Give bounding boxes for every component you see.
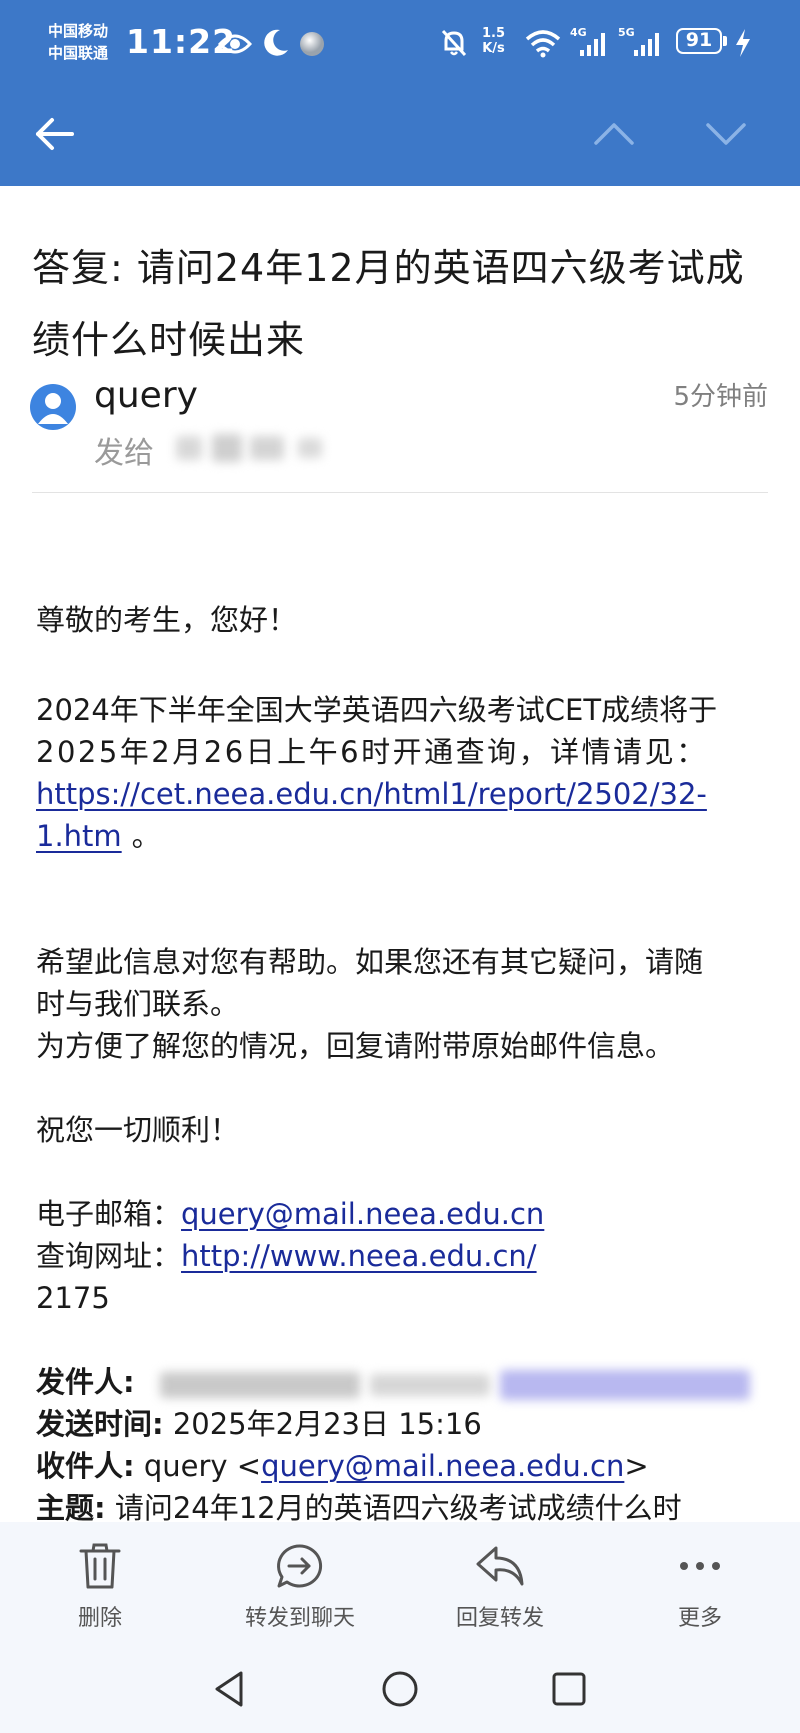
more-button[interactable]: 更多 — [630, 1542, 770, 1632]
report-link-line: 1.htm。 — [36, 819, 161, 853]
carrier-1: 中国移动 — [48, 22, 109, 40]
silent-bell-icon — [441, 29, 467, 57]
system-back-button[interactable] — [204, 1664, 254, 1714]
body-text-line: 时与我们联系。 — [36, 987, 240, 1021]
battery-cap — [723, 36, 727, 46]
email-subject: 答复: 请问24年12月的英语四六级考试成 绩什么时候出来 — [32, 246, 745, 362]
carrier-labels: 中国移动 中国联通 — [48, 20, 108, 64]
trash-icon — [79, 1543, 121, 1589]
body-text-line: 为方便了解您的情况，回复请附带原始邮件信息。 — [36, 1029, 675, 1063]
report-link-continued[interactable]: 1.htm — [36, 819, 122, 853]
eye-comfort-icon — [218, 34, 252, 54]
more-dots-icon — [680, 1562, 720, 1570]
contact-email-row: 电子邮箱：query@mail.neea.edu.cn — [36, 1194, 544, 1234]
circle-home-icon — [382, 1671, 418, 1707]
chat-forward-icon — [277, 1544, 323, 1588]
delete-button[interactable]: 删除 — [30, 1542, 170, 1632]
next-email-button[interactable] — [700, 108, 752, 160]
top-header: 中国移动 中国联通 11:22 1.5 K/s 4G 5G 91 — [0, 0, 800, 186]
original-time-row: 发送时间: 2025年2月23日 15:16 — [36, 1404, 482, 1444]
chevron-down-icon — [706, 123, 746, 145]
original-to-row: 收件人: query <query@mail.neea.edu.cn> — [36, 1449, 649, 1483]
moon-icon — [264, 29, 288, 56]
recipient-redacted[interactable] — [176, 430, 332, 466]
sender-name[interactable]: query — [94, 374, 198, 418]
original-time-value: 2025年2月23日 15:16 — [172, 1407, 482, 1441]
previous-email-button[interactable] — [588, 108, 640, 160]
original-from-redacted — [160, 1368, 760, 1402]
back-button[interactable] — [28, 108, 80, 160]
body-text-line: 希望此信息对您有帮助。如果您还有其它疑问，请随 — [36, 945, 704, 979]
original-to-label: 收件人: — [36, 1449, 135, 1483]
original-to-email-link[interactable]: query@mail.neea.edu.cn — [261, 1449, 624, 1483]
app-notification-icon — [300, 32, 324, 56]
reply-forward-button[interactable]: 回复转发 — [430, 1542, 570, 1632]
original-from-label: 发件人: — [36, 1365, 135, 1399]
reply-icon — [476, 1546, 524, 1586]
contact-site-label: 查询网址： — [36, 1239, 182, 1273]
report-link-line: https://cet.neea.edu.cn/html1/report/250… — [36, 774, 707, 814]
header-divider — [32, 492, 768, 493]
forward-to-chat-button[interactable]: 转发到聊天 — [230, 1542, 370, 1632]
original-from-row: 发件人: — [36, 1362, 135, 1402]
carrier-2: 中国联通 — [48, 44, 109, 62]
back-arrow-icon — [36, 118, 74, 150]
original-subject-value: 请问24年12月的英语四六级考试成绩什么时 — [114, 1491, 682, 1525]
square-recents-icon — [552, 1672, 586, 1706]
contact-site-link[interactable]: http://www.neea.edu.cn/ — [181, 1239, 537, 1273]
original-time-label: 发送时间: — [36, 1407, 164, 1441]
report-link[interactable]: https://cet.neea.edu.cn/html1/report/250… — [36, 777, 707, 811]
chevron-up-icon — [594, 123, 634, 145]
closing-wish: 祝您一切顺利！ — [36, 1113, 240, 1147]
system-recents-button[interactable] — [544, 1664, 594, 1714]
charging-bolt-icon — [736, 29, 750, 57]
received-time: 5分钟前 — [673, 382, 768, 412]
signal-bars-2-icon — [634, 33, 659, 56]
contact-email-label: 电子邮箱： — [36, 1197, 182, 1231]
person-icon — [38, 393, 68, 424]
sender-avatar[interactable] — [30, 384, 76, 430]
recipient-label: 发给 — [94, 436, 154, 471]
body-text-line: 2024年下半年全国大学英语四六级考试CET成绩将于 — [36, 693, 718, 727]
original-subject-label: 主题: — [36, 1491, 106, 1525]
reference-code: 2175 — [36, 1281, 110, 1315]
wifi-icon — [525, 30, 561, 58]
network-speed: 1.5 K/s — [482, 26, 506, 56]
triangle-back-icon — [215, 1671, 243, 1707]
battery-indicator: 91 — [676, 28, 722, 54]
contact-site-row: 查询网址：http://www.neea.edu.cn/ — [36, 1236, 537, 1276]
contact-email-link[interactable]: query@mail.neea.edu.cn — [181, 1197, 544, 1231]
greeting: 尊敬的考生，您好！ — [36, 603, 298, 637]
body-text-line: 2025年2月26日上午6时开通查询，详情请见： — [36, 735, 708, 769]
system-home-button[interactable] — [375, 1664, 425, 1714]
signal-bars-1-icon — [580, 33, 605, 56]
